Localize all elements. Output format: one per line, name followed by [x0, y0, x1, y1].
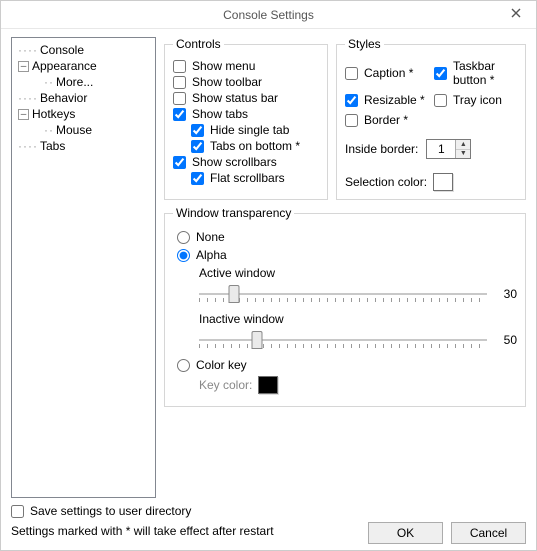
- active-window-label: Active window: [199, 266, 517, 280]
- tree-label: Appearance: [32, 59, 97, 73]
- tree-leader: ····: [18, 138, 38, 154]
- tray-checkbox[interactable]: [434, 94, 447, 107]
- titlebar: Console Settings: [1, 1, 536, 29]
- close-button[interactable]: [496, 1, 536, 25]
- inactive-window-slider[interactable]: [199, 330, 487, 350]
- selection-color-swatch[interactable]: [433, 173, 453, 191]
- taskbar-label: Taskbar button *: [453, 59, 517, 87]
- border-checkbox[interactable]: [345, 114, 358, 127]
- save-user-dir-label: Save settings to user directory: [30, 504, 191, 518]
- show-toolbar-checkbox[interactable]: [173, 76, 186, 89]
- hide-single-tab-label: Hide single tab: [210, 123, 289, 137]
- show-tabs-label: Show tabs: [192, 107, 248, 121]
- flat-scrollbars-label: Flat scrollbars: [210, 171, 285, 185]
- slider-track: [199, 339, 487, 341]
- inside-border-spinner[interactable]: ▲ ▼: [426, 139, 471, 159]
- trans-none-radio[interactable]: [177, 231, 190, 244]
- show-menu-label: Show menu: [192, 59, 255, 73]
- transparency-legend: Window transparency: [173, 206, 294, 220]
- trans-none-label: None: [196, 230, 225, 244]
- show-tabs-checkbox[interactable]: [173, 108, 186, 121]
- spinner-up-icon[interactable]: ▲: [456, 140, 470, 150]
- hide-single-tab-checkbox[interactable]: [191, 124, 204, 137]
- keycolor-label: Key color:: [199, 378, 252, 392]
- styles-legend: Styles: [345, 37, 384, 51]
- close-icon: [511, 8, 521, 18]
- ok-button[interactable]: OK: [368, 522, 443, 544]
- caption-label: Caption *: [364, 66, 413, 80]
- top-groups-row: Controls Show menu Show toolbar Show sta…: [164, 37, 526, 200]
- trans-alpha-label: Alpha: [196, 248, 227, 262]
- settings-panel: Controls Show menu Show toolbar Show sta…: [164, 37, 526, 498]
- show-scrollbars-label: Show scrollbars: [192, 155, 277, 169]
- expander-icon[interactable]: –: [18, 61, 29, 72]
- show-status-checkbox[interactable]: [173, 92, 186, 105]
- flat-scrollbars-checkbox[interactable]: [191, 172, 204, 185]
- tree-leader: ··: [44, 74, 54, 90]
- resizable-label: Resizable *: [364, 93, 425, 107]
- cancel-button[interactable]: Cancel: [451, 522, 526, 544]
- show-toolbar-label: Show toolbar: [192, 75, 262, 89]
- controls-legend: Controls: [173, 37, 224, 51]
- slider-ticks: [199, 298, 487, 302]
- trans-colorkey-radio[interactable]: [177, 359, 190, 372]
- tree-label: Tabs: [40, 139, 65, 153]
- nav-tree[interactable]: ····Console –Appearance ··More... ····Be…: [11, 37, 156, 498]
- save-user-dir-checkbox[interactable]: [11, 505, 24, 518]
- tree-leader: ····: [18, 90, 38, 106]
- dialog: Console Settings ····Console –Appearance…: [0, 0, 537, 551]
- inside-border-label: Inside border:: [345, 142, 418, 156]
- tree-label: Behavior: [40, 91, 87, 105]
- caption-checkbox[interactable]: [345, 67, 358, 80]
- transparency-group: Window transparency None Alpha Active wi…: [164, 206, 526, 407]
- taskbar-checkbox[interactable]: [434, 67, 447, 80]
- slider-track: [199, 293, 487, 295]
- resizable-checkbox[interactable]: [345, 94, 358, 107]
- trans-colorkey-label: Color key: [196, 358, 247, 372]
- tree-leader: ··: [44, 122, 54, 138]
- trans-alpha-radio[interactable]: [177, 249, 190, 262]
- dialog-body: ····Console –Appearance ··More... ····Be…: [1, 29, 536, 550]
- border-label: Border *: [364, 113, 408, 127]
- active-window-slider[interactable]: [199, 284, 487, 304]
- tree-leader: ····: [18, 42, 38, 58]
- tree-item-console[interactable]: ····Console: [16, 42, 151, 58]
- show-menu-checkbox[interactable]: [173, 60, 186, 73]
- active-window-value: 30: [497, 287, 517, 301]
- slider-thumb[interactable]: [228, 285, 239, 303]
- tabs-bottom-label: Tabs on bottom *: [210, 139, 300, 153]
- tabs-bottom-checkbox[interactable]: [191, 140, 204, 153]
- tree-item-mouse[interactable]: ··Mouse: [16, 122, 151, 138]
- tree-item-behavior[interactable]: ····Behavior: [16, 90, 151, 106]
- tree-item-more[interactable]: ··More...: [16, 74, 151, 90]
- show-scrollbars-checkbox[interactable]: [173, 156, 186, 169]
- show-status-label: Show status bar: [192, 91, 278, 105]
- inside-border-input[interactable]: [427, 140, 455, 158]
- inactive-window-label: Inactive window: [199, 312, 517, 326]
- tree-label: More...: [56, 75, 93, 89]
- footer: Save settings to user directory Settings…: [11, 504, 526, 544]
- styles-group: Styles Caption * Taskbar button * Resiza…: [336, 37, 526, 200]
- controls-group: Controls Show menu Show toolbar Show sta…: [164, 37, 328, 200]
- tray-label: Tray icon: [453, 93, 502, 107]
- tree-label: Mouse: [56, 123, 92, 137]
- spinner-down-icon[interactable]: ▼: [456, 150, 470, 159]
- tree-item-appearance[interactable]: –Appearance: [16, 58, 151, 74]
- tree-item-tabs[interactable]: ····Tabs: [16, 138, 151, 154]
- keycolor-swatch: [258, 376, 278, 394]
- tree-label: Hotkeys: [32, 107, 75, 121]
- tree-label: Console: [40, 43, 84, 57]
- tree-item-hotkeys[interactable]: –Hotkeys: [16, 106, 151, 122]
- selection-color-label: Selection color:: [345, 175, 427, 189]
- inactive-window-value: 50: [497, 333, 517, 347]
- slider-thumb[interactable]: [251, 331, 262, 349]
- slider-ticks: [199, 344, 487, 348]
- main-row: ····Console –Appearance ··More... ····Be…: [11, 37, 526, 498]
- expander-icon[interactable]: –: [18, 109, 29, 120]
- dialog-title: Console Settings: [223, 8, 314, 22]
